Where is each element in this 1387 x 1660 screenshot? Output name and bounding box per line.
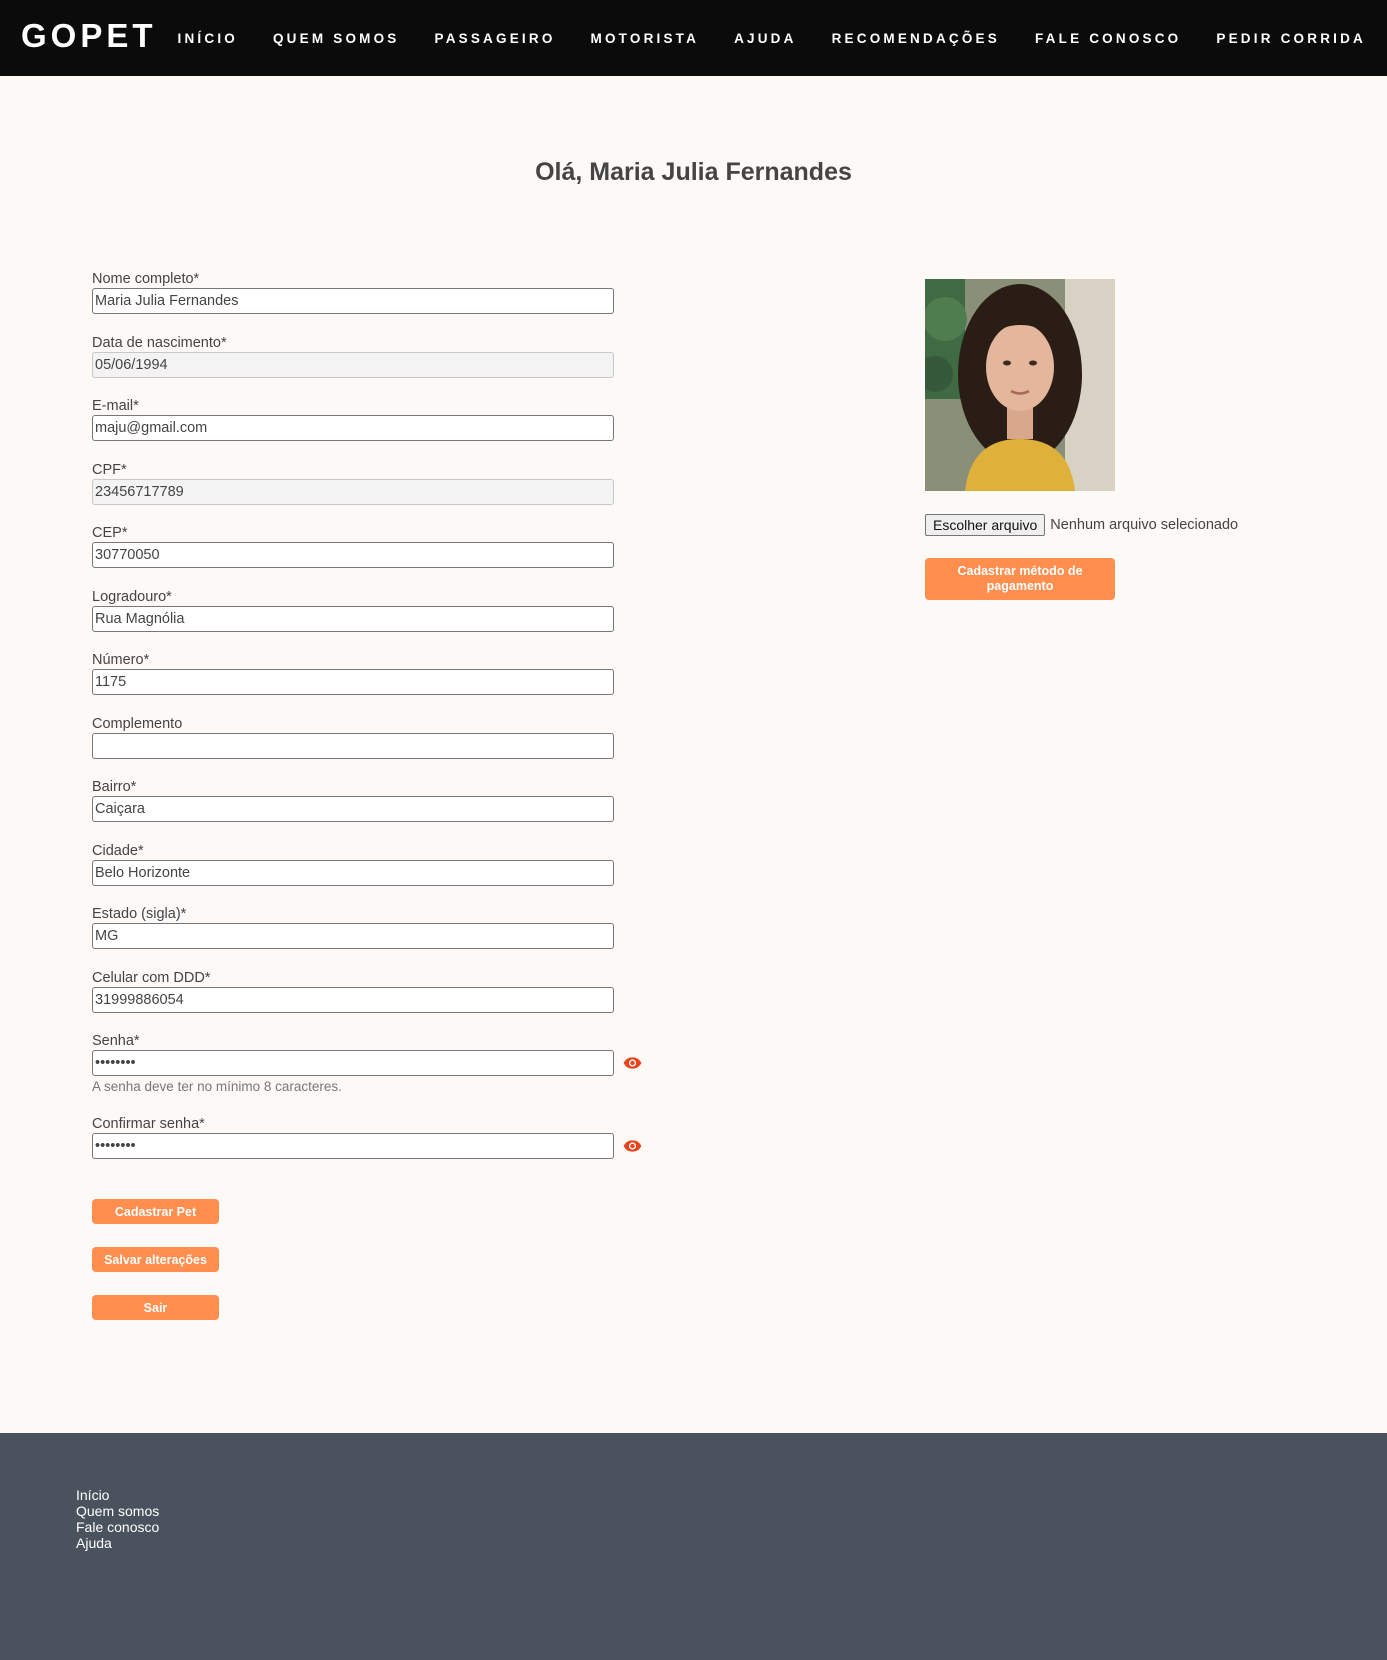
- nav-quem-somos[interactable]: QUEM SOMOS: [273, 31, 400, 46]
- footer-link-quem-somos[interactable]: Quem somos: [76, 1503, 159, 1519]
- logo[interactable]: GOPET: [21, 17, 157, 55]
- cidade-input[interactable]: [92, 859, 614, 886]
- footer-link-inicio[interactable]: Início: [76, 1487, 159, 1503]
- nome-label: Nome completo*: [92, 271, 200, 287]
- field-bairro: Bairro*: [92, 779, 692, 843]
- field-nascimento: Data de nascimento*: [92, 335, 692, 399]
- cidade-label: Cidade*: [92, 842, 144, 859]
- email-label: E-mail*: [92, 398, 139, 414]
- footer-link-fale-conosco[interactable]: Fale conosco: [76, 1519, 159, 1535]
- cadastrar-pagamento-button[interactable]: Cadastrar método de pagamento: [925, 558, 1115, 600]
- action-buttons: Cadastrar Pet Salvar alterações Sair: [92, 1199, 219, 1343]
- cpf-label: CPF*: [92, 461, 127, 478]
- email-input[interactable]: [92, 415, 614, 441]
- senha-input[interactable]: [92, 1050, 614, 1076]
- estado-input[interactable]: [92, 923, 614, 949]
- nav-inicio[interactable]: INÍCIO: [178, 31, 238, 46]
- field-nome: Nome completo*: [92, 271, 692, 335]
- nav-ajuda[interactable]: AJUDA: [734, 31, 797, 46]
- footer-link-ajuda[interactable]: Ajuda: [76, 1535, 159, 1551]
- salvar-alteracoes-button[interactable]: Salvar alterações: [92, 1247, 219, 1272]
- main-nav: INÍCIO QUEM SOMOS PASSAGEIRO MOTORISTA A…: [178, 0, 1387, 76]
- field-email: E-mail*: [92, 398, 692, 462]
- field-celular: Celular com DDD*: [92, 970, 692, 1034]
- celular-input[interactable]: [92, 986, 614, 1013]
- complemento-label: Complemento: [92, 715, 183, 732]
- field-logradouro: Logradouro*: [92, 589, 692, 653]
- profile-form: Nome completo* Data de nascimento* E-mai…: [92, 271, 692, 1180]
- eye-icon[interactable]: [622, 1136, 642, 1156]
- cep-label: CEP*: [92, 525, 128, 541]
- nav-passageiro[interactable]: PASSAGEIRO: [435, 31, 556, 46]
- numero-input[interactable]: [92, 669, 614, 695]
- footer: Início Quem somos Fale conosco Ajuda: [0, 1433, 1387, 1660]
- top-navbar: GOPET INÍCIO QUEM SOMOS PASSAGEIRO MOTOR…: [0, 0, 1387, 76]
- field-cidade: Cidade*: [92, 843, 692, 907]
- nav-fale-conosco[interactable]: FALE CONOSCO: [1035, 31, 1181, 46]
- logradouro-input[interactable]: [92, 605, 614, 632]
- profile-photo: [925, 279, 1115, 491]
- confirmar-senha-input[interactable]: [92, 1133, 614, 1159]
- nav-recomendacoes[interactable]: RECOMENDAÇÕES: [832, 31, 1000, 46]
- celular-label: Celular com DDD*: [92, 969, 211, 986]
- senha-label: Senha*: [92, 1033, 140, 1049]
- field-complemento: Complemento: [92, 716, 692, 780]
- nascimento-input: [92, 351, 614, 378]
- choose-file-button[interactable]: Escolher arquivo: [925, 514, 1046, 536]
- bairro-label: Bairro*: [92, 779, 137, 795]
- estado-label: Estado (sigla)*: [92, 906, 187, 922]
- eye-icon[interactable]: [622, 1053, 642, 1073]
- field-cpf: CPF*: [92, 462, 692, 526]
- nome-input[interactable]: [92, 288, 614, 314]
- nav-pedir-corrida[interactable]: PEDIR CORRIDA: [1216, 31, 1366, 46]
- field-estado: Estado (sigla)*: [92, 906, 692, 970]
- sair-button[interactable]: Sair: [92, 1295, 219, 1320]
- complemento-input[interactable]: [92, 732, 614, 759]
- page-title: Olá, Maria Julia Fernandes: [535, 158, 852, 186]
- confirmar-senha-label: Confirmar senha*: [92, 1116, 205, 1132]
- nascimento-label: Data de nascimento*: [92, 334, 227, 351]
- senha-hint: A senha deve ter no mínimo 8 caracteres.: [92, 1079, 342, 1094]
- cadastrar-pet-button[interactable]: Cadastrar Pet: [92, 1199, 219, 1224]
- field-cep: CEP*: [92, 525, 692, 589]
- nav-motorista[interactable]: MOTORISTA: [591, 31, 700, 46]
- cpf-input: [92, 478, 614, 505]
- field-senha: Senha* A senha deve ter no mínimo 8 cara…: [92, 1033, 692, 1116]
- cep-input[interactable]: [92, 542, 614, 568]
- numero-label: Número*: [92, 652, 150, 668]
- field-numero: Número*: [92, 652, 692, 716]
- footer-links: Início Quem somos Fale conosco Ajuda: [76, 1487, 159, 1551]
- bairro-input[interactable]: [92, 796, 614, 822]
- file-upload: Escolher arquivo Nenhum arquivo selecion…: [925, 514, 1238, 536]
- logradouro-label: Logradouro*: [92, 588, 172, 605]
- file-status: Nenhum arquivo selecionado: [1050, 517, 1239, 533]
- field-confirmar-senha: Confirmar senha*: [92, 1116, 692, 1180]
